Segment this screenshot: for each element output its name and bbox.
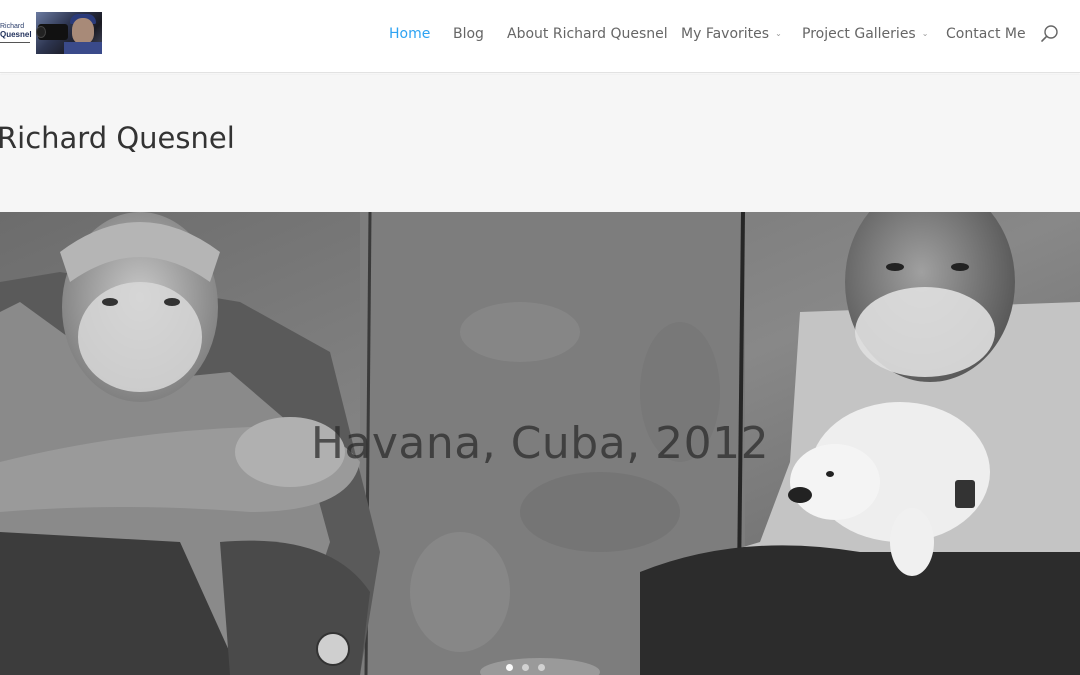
main-nav: Home Blog About Richard Quesnel My Favor… — [0, 0, 1080, 68]
nav-item-contact[interactable]: Contact Me — [946, 24, 1026, 44]
nav-item-blog[interactable]: Blog — [453, 24, 484, 44]
chevron-down-icon: ⌄ — [921, 29, 929, 38]
chevron-down-icon: ⌄ — [775, 29, 782, 38]
slider-dot[interactable] — [538, 664, 545, 671]
nav-item-about[interactable]: About Richard Quesnel — [507, 24, 668, 44]
site-header: Richard Quesnel Home Blog About Richard … — [0, 0, 1080, 73]
page-title: Richard Quesnel — [0, 121, 235, 155]
nav-item-home[interactable]: Home — [389, 24, 430, 44]
slide-caption: Havana, Cuba, 2012 — [310, 418, 770, 469]
title-band: Richard Quesnel — [0, 74, 1080, 212]
search-button[interactable] — [1040, 24, 1060, 44]
slider-dot[interactable] — [522, 664, 529, 671]
hero-slider[interactable]: Havana, Cuba, 2012 — [0, 212, 1080, 675]
nav-item-project-galleries[interactable]: Project Galleries ⌄ — [802, 24, 928, 44]
nav-item-my-favorites[interactable]: My Favorites ⌄ — [681, 24, 782, 44]
slider-pagination — [500, 662, 560, 674]
nav-item-label: Project Galleries — [802, 26, 916, 42]
slider-dot[interactable] — [506, 664, 513, 671]
nav-item-label: My Favorites — [681, 26, 770, 42]
search-icon — [1041, 25, 1058, 42]
